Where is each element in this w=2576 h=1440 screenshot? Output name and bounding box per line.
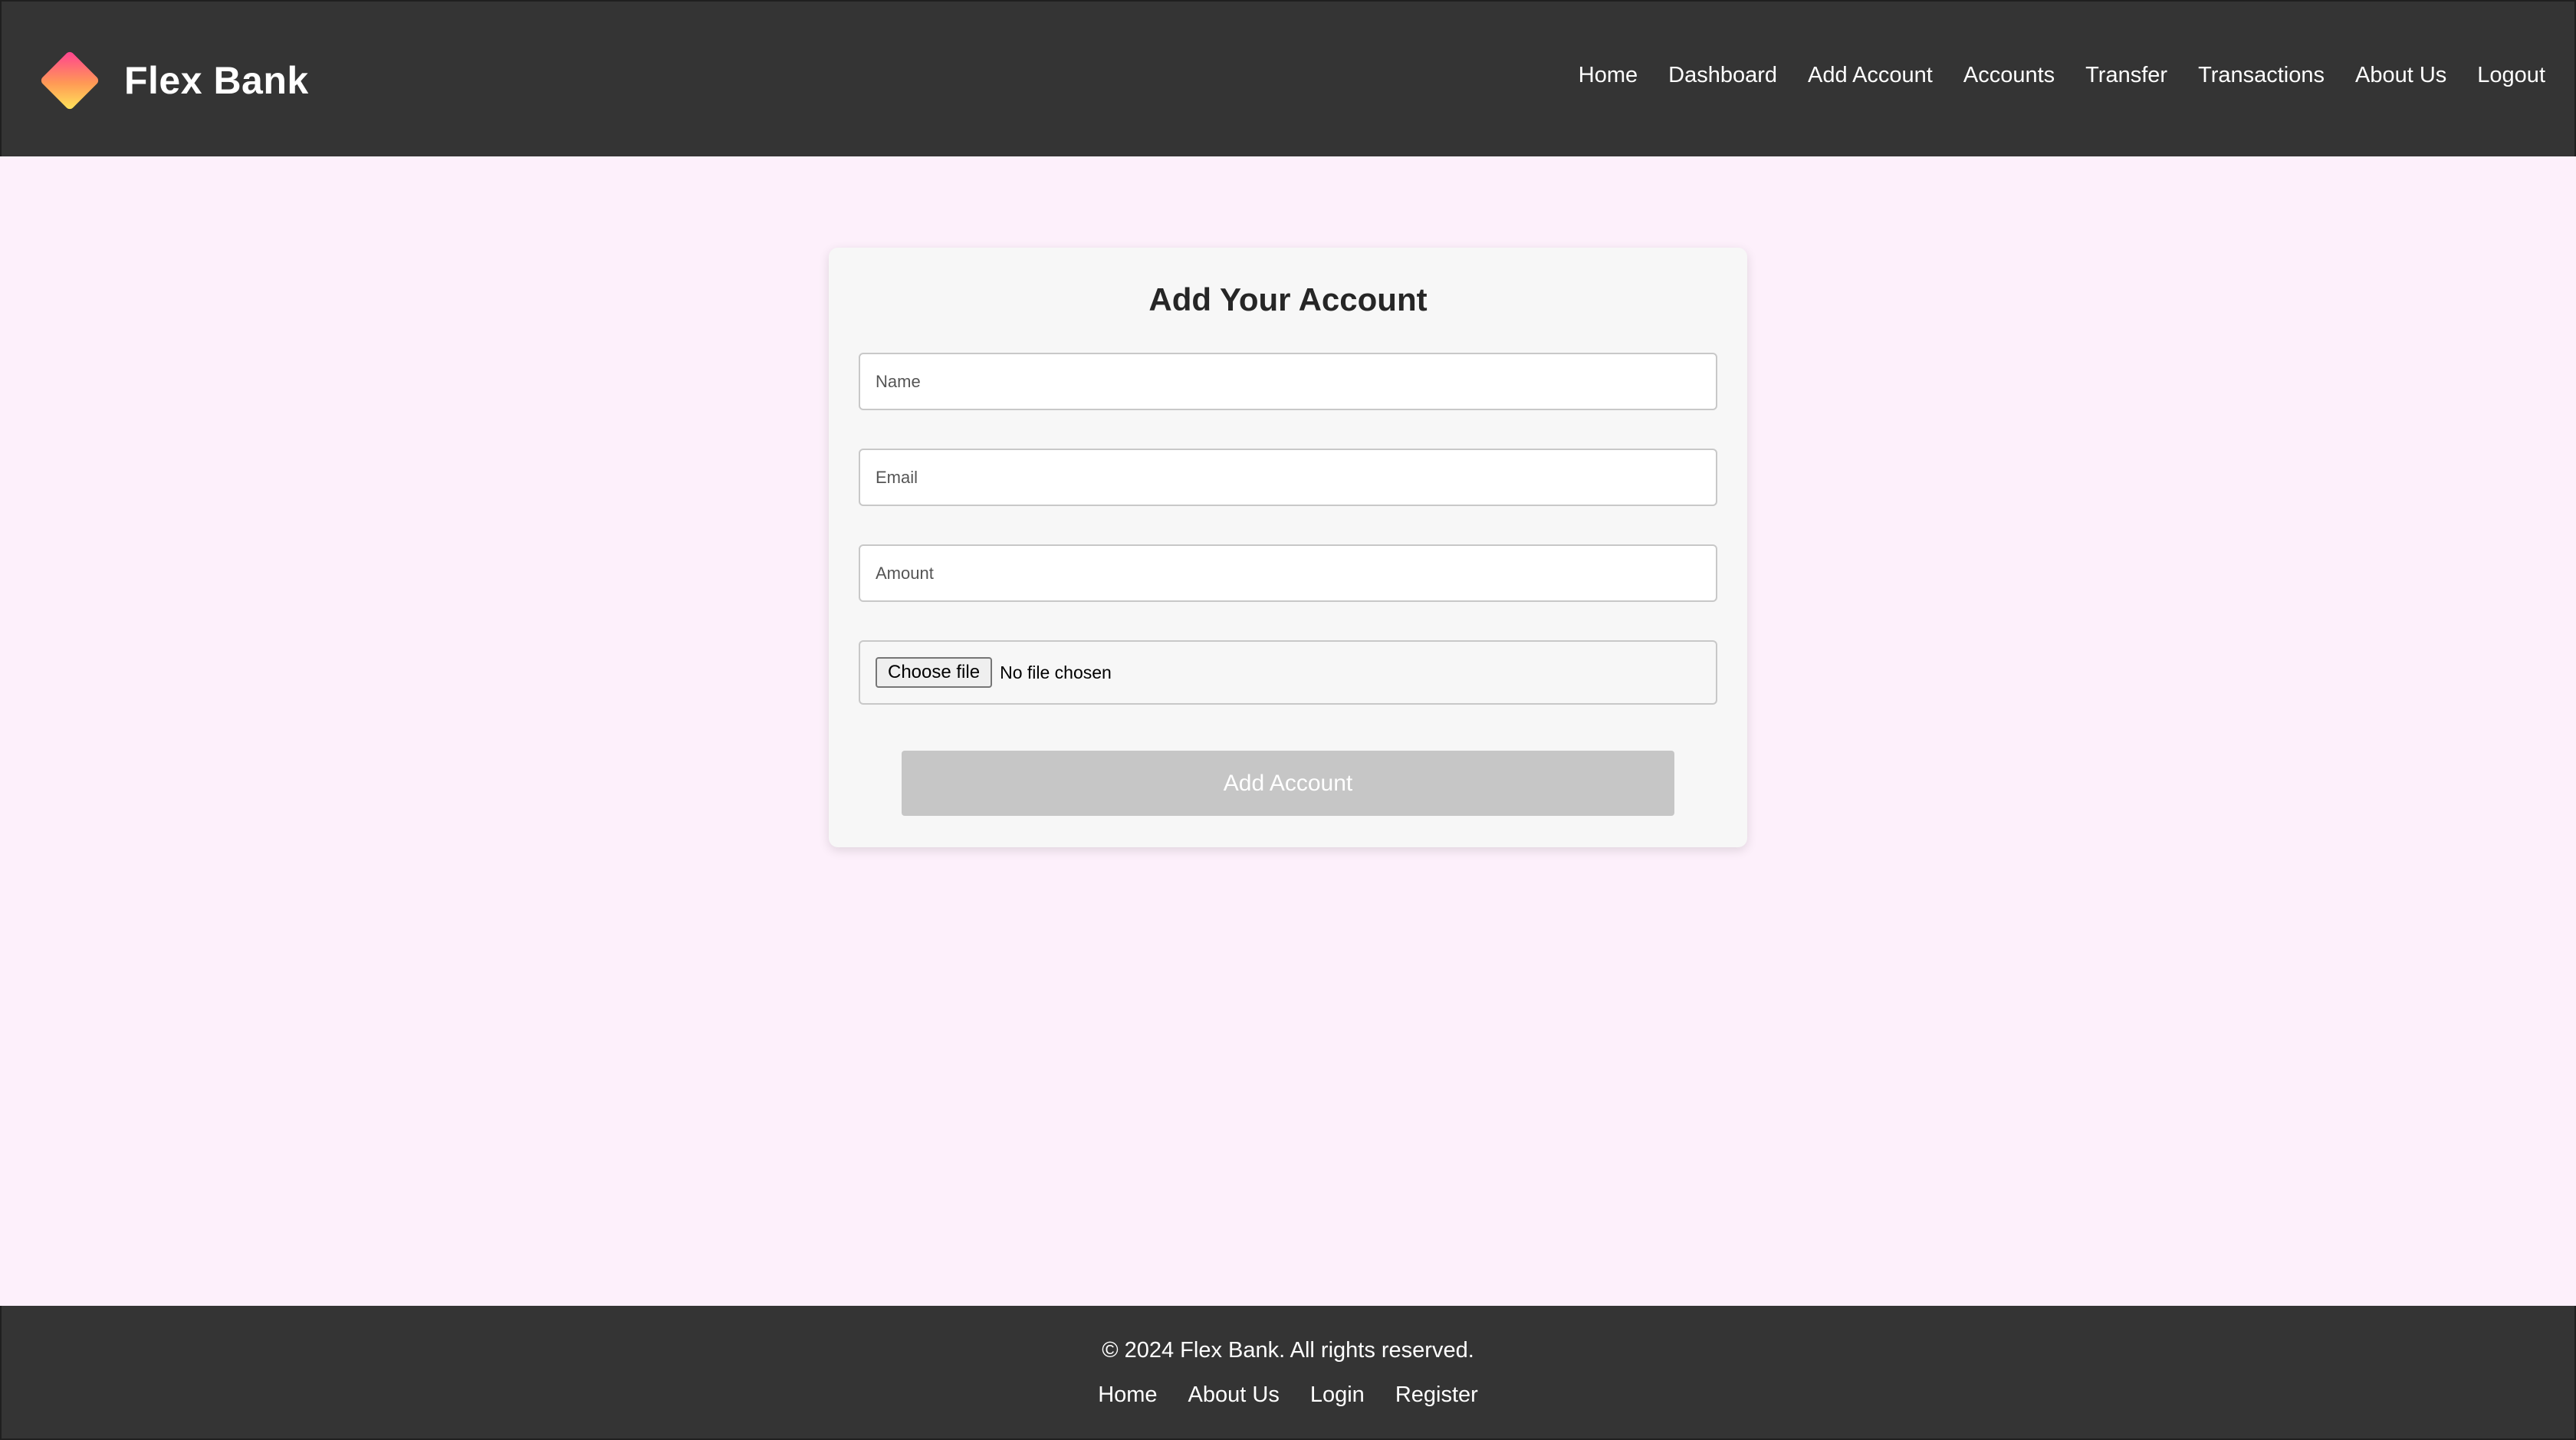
file-status-text: No file chosen [1000,662,1112,682]
main-nav: Home Dashboard Add Account Accounts Tran… [1579,63,2545,88]
diamond-logo-icon [34,44,106,117]
name-input[interactable] [859,353,1717,410]
page-footer: © 2024 Flex Bank. All rights reserved. H… [0,1306,2576,1440]
nav-logout[interactable]: Logout [2477,63,2545,88]
nav-about-us[interactable]: About Us [2355,63,2446,88]
file-upload-field: Choose file No file chosen [859,640,1717,705]
add-account-button[interactable]: Add Account [902,751,1674,816]
footer-link-register[interactable]: Register [1395,1382,1478,1408]
nav-add-account[interactable]: Add Account [1808,63,1933,88]
add-account-form-card: Add Your Account Choose file No file cho… [829,248,1747,847]
email-input[interactable] [859,449,1717,506]
footer-link-home[interactable]: Home [1098,1382,1157,1408]
top-navbar: Flex Bank Home Dashboard Add Account Acc… [0,0,2576,156]
nav-transactions[interactable]: Transactions [2198,63,2325,88]
nav-dashboard[interactable]: Dashboard [1668,63,1777,88]
footer-link-login[interactable]: Login [1310,1382,1365,1408]
amount-input[interactable] [859,544,1717,602]
nav-home[interactable]: Home [1579,63,1638,88]
footer-link-about-us[interactable]: About Us [1188,1382,1280,1408]
nav-accounts[interactable]: Accounts [1963,63,2055,88]
brand-logo[interactable]: Flex Bank [34,44,309,117]
copyright-text: © 2024 Flex Bank. All rights reserved. [1102,1338,1474,1363]
nav-transfer[interactable]: Transfer [2085,63,2167,88]
choose-file-button[interactable]: Choose file [876,657,993,688]
brand-name: Flex Bank [124,59,309,102]
form-title: Add Your Account [1148,281,1428,317]
footer-links: Home About Us Login Register [2,1382,2574,1408]
